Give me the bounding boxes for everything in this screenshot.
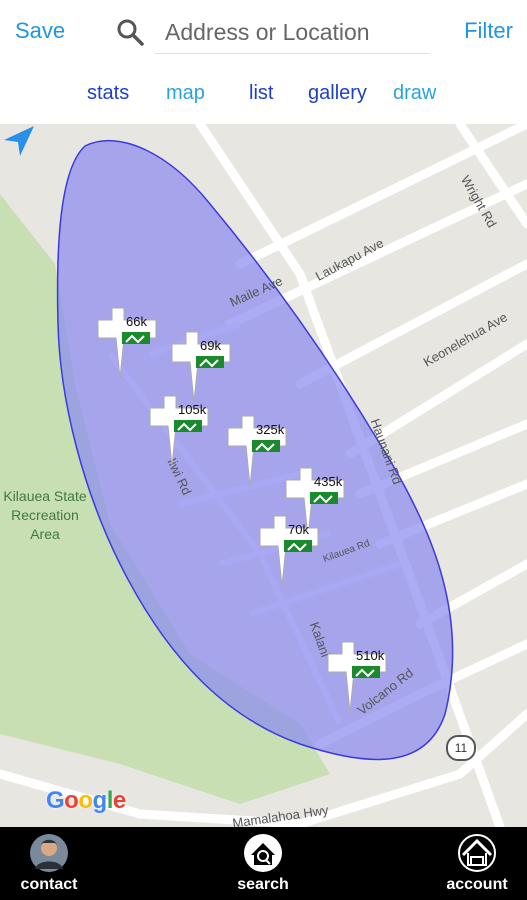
google-logo[interactable]: Google bbox=[46, 787, 126, 815]
map-view[interactable]: Maile Ave Laukapu Ave Keonelehua Ave Wri… bbox=[0, 124, 527, 827]
listing-pin[interactable]: 510k bbox=[326, 642, 406, 712]
listing-price: 435k bbox=[314, 474, 343, 489]
listing-pin[interactable]: 66k bbox=[96, 308, 176, 378]
house-search-icon bbox=[244, 834, 282, 872]
top-bar: Save Filter bbox=[0, 0, 527, 68]
highway-shield: 11 bbox=[446, 735, 476, 761]
nav-contact[interactable]: contact bbox=[0, 827, 98, 900]
tab-map[interactable]: map bbox=[166, 82, 205, 105]
park-label: Kilauea State Recreation Area bbox=[3, 488, 87, 542]
listing-price: 105k bbox=[178, 402, 207, 417]
listing-pin[interactable]: 69k bbox=[170, 332, 250, 402]
search-icon[interactable] bbox=[115, 17, 145, 47]
my-location-icon[interactable] bbox=[0, 124, 36, 160]
listing-price: 66k bbox=[126, 314, 147, 329]
nav-search[interactable]: search bbox=[214, 827, 312, 900]
search-input[interactable] bbox=[155, 12, 430, 54]
tab-draw[interactable]: draw bbox=[393, 82, 436, 105]
nav-label-search: search bbox=[237, 876, 289, 893]
tab-list[interactable]: list bbox=[249, 82, 273, 105]
nav-label-account: account bbox=[446, 876, 508, 893]
filter-button[interactable]: Filter bbox=[464, 18, 513, 44]
listing-price: 69k bbox=[200, 338, 221, 353]
agent-avatar-icon bbox=[30, 834, 68, 872]
view-tabs: stats map list gallery draw bbox=[0, 68, 527, 124]
listing-price: 510k bbox=[356, 648, 385, 663]
listing-pin[interactable]: 105k bbox=[148, 396, 228, 466]
listing-pin[interactable]: 70k bbox=[258, 516, 338, 586]
save-button[interactable]: Save bbox=[15, 18, 65, 44]
house-account-icon bbox=[458, 834, 496, 872]
listing-price: 70k bbox=[288, 522, 309, 537]
bottom-nav: contact search account bbox=[0, 827, 527, 900]
tab-stats[interactable]: stats bbox=[87, 82, 129, 105]
tab-gallery[interactable]: gallery bbox=[308, 82, 367, 105]
nav-account[interactable]: account bbox=[428, 827, 526, 900]
nav-label-contact: contact bbox=[20, 876, 78, 893]
listing-price: 325k bbox=[256, 422, 285, 437]
